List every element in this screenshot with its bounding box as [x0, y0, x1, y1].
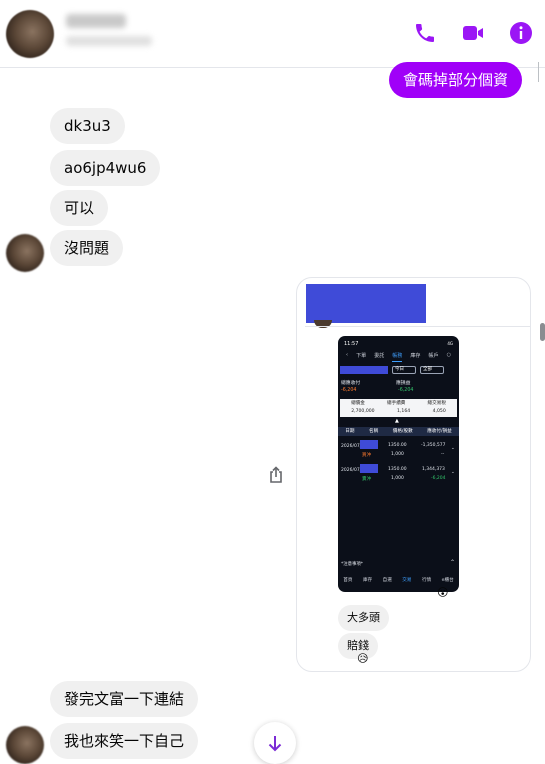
phone-summary-label: 應損益 — [396, 381, 411, 386]
sender-avatar[interactable] — [6, 234, 44, 272]
incoming-message[interactable]: 發完文富一下連結 — [50, 681, 199, 717]
contact-status — [66, 36, 152, 46]
conversation-header — [0, 0, 545, 68]
arrow-down-icon — [268, 736, 282, 752]
phone-summary-value: -6,204 — [398, 388, 414, 393]
sender-avatar[interactable] — [6, 726, 44, 764]
phone-row-amount: -1,350,577 — [421, 443, 446, 448]
phone-nav-item: 行情 — [421, 578, 432, 583]
phone-row-price: 1350.00 — [388, 443, 407, 448]
phone-list-header: 日期 名稱 價格/股數 應收付/損益 — [338, 427, 459, 436]
phone-table-header: 總手續費 — [387, 401, 406, 406]
phone-filter-row: 今日 全部 — [340, 366, 457, 375]
incoming-message[interactable]: ao6jp4wu6 — [50, 150, 161, 186]
chevron-down-icon: ⌄ — [451, 446, 455, 451]
phone-filter: 今日 — [392, 366, 416, 374]
contact-name[interactable] — [66, 14, 126, 28]
phone-row-qty: 1,000 — [391, 476, 404, 481]
incoming-message[interactable]: 大多頭 — [338, 605, 389, 631]
incoming-message[interactable]: 可以 — [50, 190, 109, 226]
phone-row-price: 1350.00 — [388, 467, 407, 472]
redaction-block — [360, 440, 378, 449]
phone-row-pl: -- — [441, 452, 445, 457]
reaction-emoji[interactable]: 😮 — [437, 586, 448, 599]
phone-tab: 帳戶 — [428, 353, 439, 359]
redaction-block — [306, 284, 426, 323]
trading-app-screenshot[interactable]: 11:57 4G ‹ 下單 委託 帳務 庫存 帳戶 ○ 今日 全部 總應收付 應… — [338, 336, 459, 592]
scrollbar[interactable] — [540, 323, 545, 341]
phone-filter: 全部 — [420, 366, 444, 374]
phone-nav-item: 庫存 — [362, 578, 373, 583]
phone-icon[interactable] — [412, 20, 438, 46]
phone-row-amount: 1,344,373 — [422, 467, 445, 472]
phone-list-header-cell: 日期 — [345, 429, 355, 434]
redaction-block — [360, 464, 378, 473]
phone-table-value: 4,050 — [432, 409, 446, 414]
outgoing-message[interactable]: 會碼掉部分個資 — [389, 62, 523, 98]
redaction-block — [340, 366, 388, 374]
phone-bottom-nav: 首頁 庫存 自選 交易 行情 e櫃台 — [338, 573, 459, 587]
phone-nav-item: 首頁 — [343, 578, 353, 583]
phone-row-qty: 1,000 — [391, 452, 404, 457]
phone-row-pl: -6,204 — [431, 476, 446, 481]
incoming-message[interactable]: 我也來笑一下自己 — [50, 723, 199, 759]
phone-summary-value: -6,204 — [341, 388, 357, 393]
phone-list-header-cell: 價格/股數 — [392, 429, 413, 434]
chevron-up-icon: ⌃ — [449, 559, 455, 566]
phone-tab-active: 帳務 — [392, 352, 403, 362]
scroll-to-bottom-button[interactable] — [254, 722, 296, 764]
phone-row-date: 2026/07/31 — [341, 444, 367, 449]
phone-summary-table: 總價金 總手續費 總交易稅 2,700,000 1,164 4,050 — [340, 399, 457, 417]
contact-avatar[interactable] — [6, 10, 54, 58]
video-icon[interactable] — [460, 20, 486, 46]
phone-row-side: 買沖 — [362, 453, 371, 458]
incoming-message[interactable]: dk3u3 — [50, 108, 125, 144]
phone-table-header: 總交易稅 — [427, 401, 446, 406]
phone-table-header: 總價金 — [351, 401, 365, 406]
phone-tab: 庫存 — [410, 353, 421, 359]
divider — [305, 326, 530, 327]
phone-list-header-cell: 應收付/損益 — [427, 429, 452, 434]
phone-table-value: 1,164 — [397, 409, 411, 414]
phone-note: *注意事項* — [341, 562, 363, 567]
info-icon[interactable] — [508, 20, 534, 46]
phone-search-icon: ○ — [446, 352, 451, 358]
phone-row-date: 2026/07/31 — [341, 468, 367, 473]
phone-summary-label: 總應收付 — [341, 381, 361, 386]
phone-nav-item: 自選 — [382, 578, 392, 583]
phone-tabs: ‹ 下單 委託 帳務 庫存 帳戶 ○ — [338, 352, 459, 362]
phone-tab: 下單 — [356, 353, 367, 359]
phone-time: 11:57 — [344, 341, 359, 347]
phone-row-side: 賣沖 — [362, 477, 371, 482]
phone-collapse-icon: ▲ — [395, 418, 399, 424]
share-icon[interactable] — [268, 466, 284, 484]
phone-tab: 委託 — [374, 353, 385, 359]
scroll-track-edge — [538, 62, 544, 82]
phone-list-header-cell: 名稱 — [369, 429, 379, 434]
phone-table-value: 2,700,000 — [351, 409, 375, 414]
chevron-down-icon: ⌄ — [451, 470, 455, 475]
phone-back-icon: ‹ — [346, 352, 349, 358]
reaction-emoji[interactable]: 😥 — [357, 652, 368, 665]
phone-signal: 4G — [447, 341, 453, 346]
incoming-message[interactable]: 沒問題 — [50, 230, 124, 266]
phone-nav-item-active: 交易 — [402, 578, 412, 583]
phone-nav-item: e櫃台 — [441, 578, 454, 583]
